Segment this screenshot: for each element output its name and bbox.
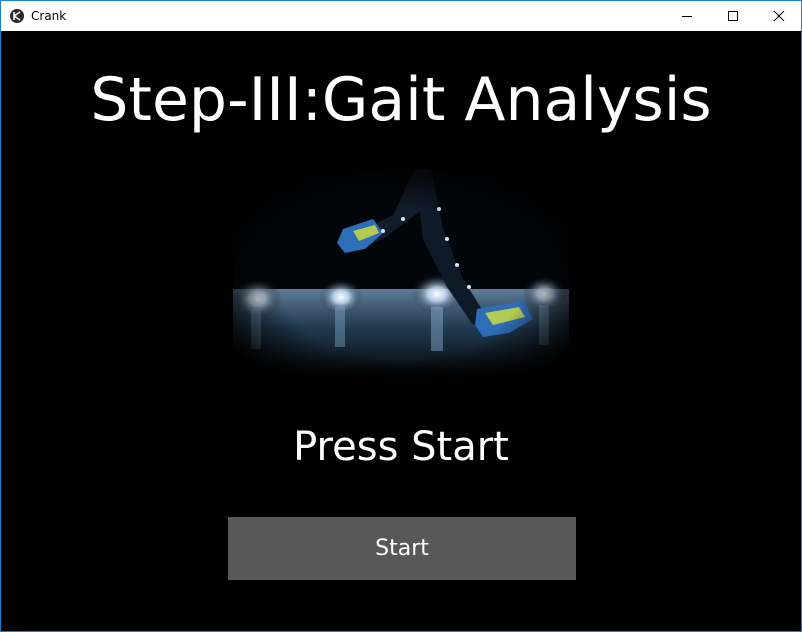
page-title: Step-III:Gait Analysis bbox=[90, 65, 712, 135]
minimize-icon bbox=[682, 16, 692, 17]
maximize-button[interactable] bbox=[710, 1, 756, 31]
title-bar[interactable]: Crank bbox=[1, 1, 801, 31]
close-button[interactable] bbox=[756, 1, 801, 31]
app-window: Crank Step-III:Gait Analysis Press Start… bbox=[0, 0, 802, 632]
minimize-button[interactable] bbox=[664, 1, 710, 31]
start-button[interactable]: Start bbox=[228, 517, 576, 580]
main-content: Step-III:Gait Analysis Press Start Start bbox=[1, 31, 801, 631]
app-logo-icon bbox=[10, 9, 24, 23]
hero-image bbox=[233, 169, 569, 377]
close-icon bbox=[773, 10, 785, 22]
instruction-text: Press Start bbox=[293, 424, 509, 470]
window-title: Crank bbox=[31, 9, 67, 23]
maximize-icon bbox=[728, 11, 738, 21]
